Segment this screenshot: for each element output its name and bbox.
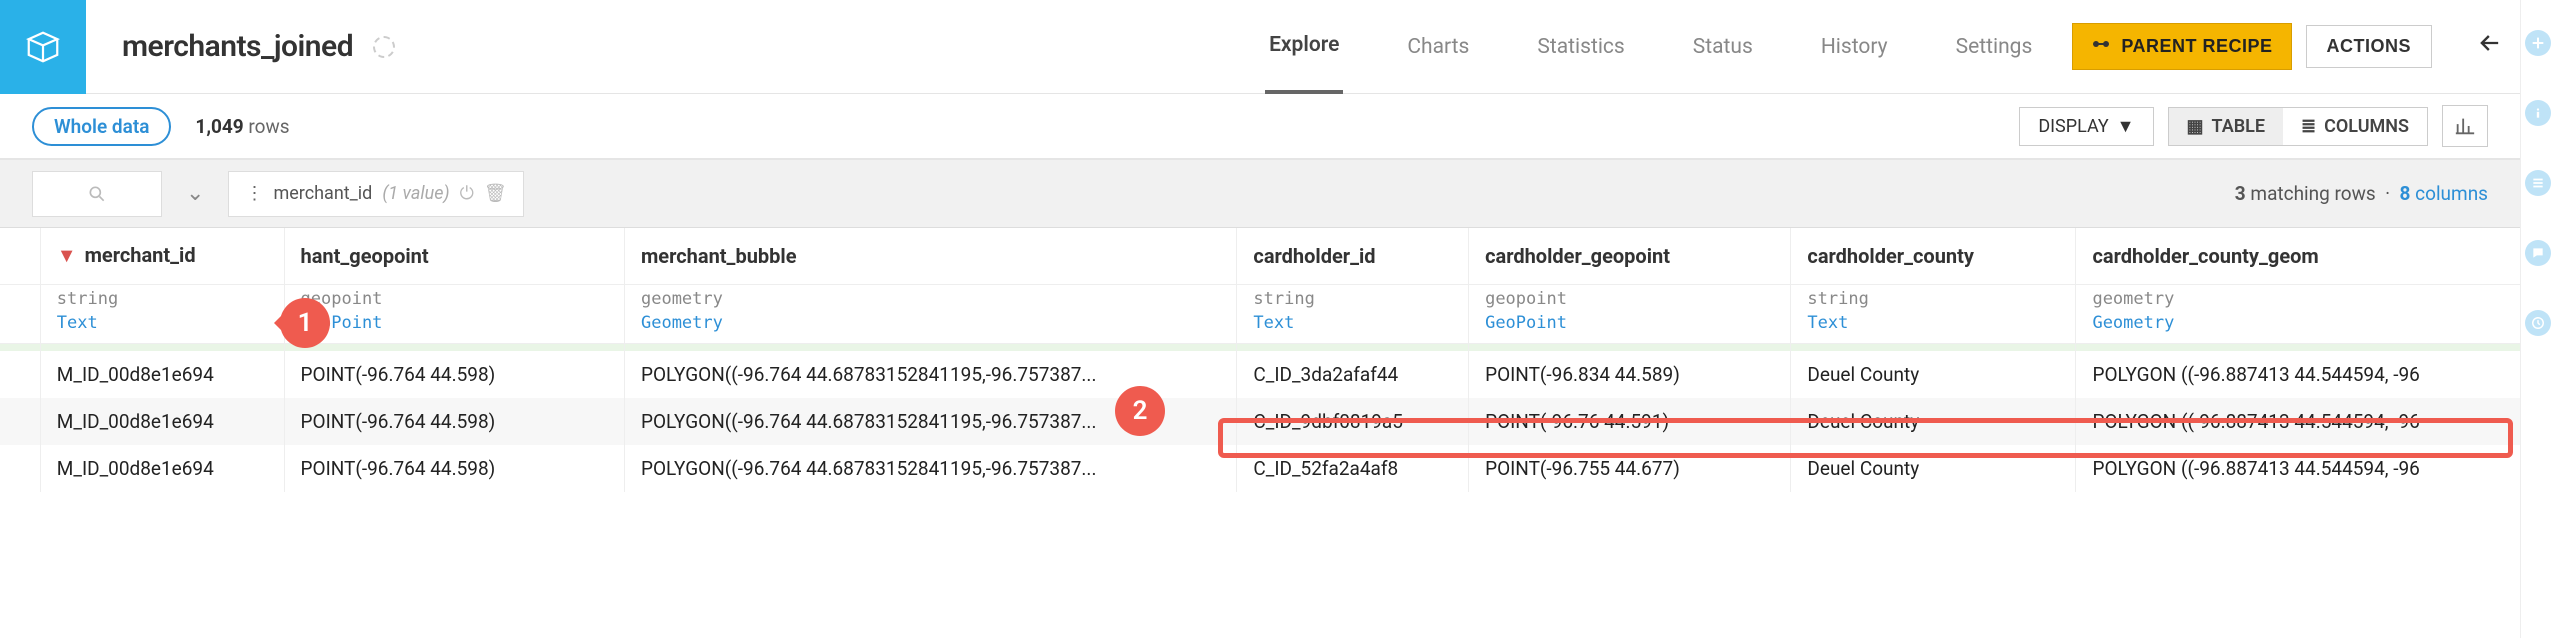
header-row: ▼merchant_id hant_geopoint merchant_bubb… [0,228,2520,284]
status-indicator-icon [373,36,395,58]
col-header-merchant-geopoint[interactable]: hant_geopoint [284,228,624,284]
table-row[interactable]: M_ID_00d8e1e694 POINT(-96.764 44.598) PO… [0,351,2520,398]
right-rail [2520,0,2554,638]
semantic-row: Text GeoPoint Geometry Text GeoPoint Tex… [0,311,2520,344]
actions-button[interactable]: ACTIONS [2306,25,2433,68]
tab-history[interactable]: History [1817,0,1892,93]
display-label: DISPLAY [2038,116,2108,137]
chart-quick-icon[interactable] [2442,105,2488,147]
filter-drag-icon: ⋮ [245,183,263,204]
filter-chip-column: merchant_id [273,183,372,204]
columns-label: COLUMNS [2324,116,2409,137]
filter-chip[interactable]: ⋮ merchant_id (1 value) ⏻ 🗑 [228,171,523,217]
col-header-cardholder-geopoint[interactable]: cardholder_geopoint [1469,228,1791,284]
tab-explore[interactable]: Explore [1265,1,1343,94]
recipe-icon [2091,34,2111,59]
tab-status[interactable]: Status [1689,0,1757,93]
nav-tabs: Explore Charts Statistics Status History… [1265,0,2036,93]
filter-bar: ⌄ ⋮ merchant_id (1 value) ⏻ 🗑 3 matching… [0,160,2520,228]
top-bar: merchants_joined Explore Charts Statisti… [0,0,2520,94]
dataset-name[interactable]: merchants_joined [122,29,353,64]
logo-icon[interactable] [0,0,86,94]
list-icon: ≣ [2301,116,2316,137]
expand-filters-icon[interactable]: ⌄ [186,181,204,206]
validity-bar-row [0,343,2520,351]
tab-statistics[interactable]: Statistics [1533,0,1628,93]
sub-bar: Whole data 1,049 rows DISPLAY ▼ ▦ TABLE … [0,94,2520,160]
rows-count: 1,049 rows [195,115,289,138]
table-view-toggle[interactable]: ▦ TABLE [2169,108,2284,145]
parent-recipe-label: PARENT RECIPE [2121,36,2272,57]
filter-remove-icon[interactable]: 🗑 [484,183,507,204]
sample-pill[interactable]: Whole data [32,107,171,146]
callout-2: 2 [1115,386,1165,436]
col-header-cardholder-county[interactable]: cardholder_county [1791,228,2076,284]
col-header-merchant-bubble[interactable]: merchant_bubble [624,228,1236,284]
caret-down-icon: ▼ [2117,116,2135,137]
rail-info-icon[interactable] [2525,100,2551,126]
parent-recipe-button[interactable]: PARENT RECIPE [2072,23,2291,70]
rail-list-icon[interactable] [2525,170,2551,196]
col-header-cardholder-county-geom[interactable]: cardholder_county_geom [2076,228,2520,284]
table-label: TABLE [2212,116,2266,137]
view-segmented: ▦ TABLE ≣ COLUMNS [2168,107,2429,146]
display-dropdown[interactable]: DISPLAY ▼ [2019,107,2153,146]
tab-charts[interactable]: Charts [1403,0,1473,93]
callout-1: 1 [280,298,330,348]
tab-settings[interactable]: Settings [1952,0,2037,93]
grid-icon: ▦ [2187,116,2204,137]
rail-history-icon[interactable] [2525,310,2551,336]
type-row: string geopoint geometry string geopoint… [0,284,2520,311]
filter-chip-value: (1 value) [382,183,449,204]
filter-power-icon[interactable]: ⏻ [460,183,474,204]
highlight-box [1218,418,2513,458]
col-header-cardholder-id[interactable]: cardholder_id [1237,228,1469,284]
columns-view-toggle[interactable]: ≣ COLUMNS [2283,108,2427,145]
back-arrow-icon[interactable] [2460,29,2520,65]
filter-summary: 3 matching rows · 8 columns [2235,182,2488,205]
column-search-input[interactable] [32,171,162,217]
funnel-icon: ▼ [57,243,77,267]
rail-chat-icon[interactable] [2525,240,2551,266]
col-header-merchant-id[interactable]: ▼merchant_id [40,228,284,284]
rail-add-icon[interactable] [2525,30,2551,56]
